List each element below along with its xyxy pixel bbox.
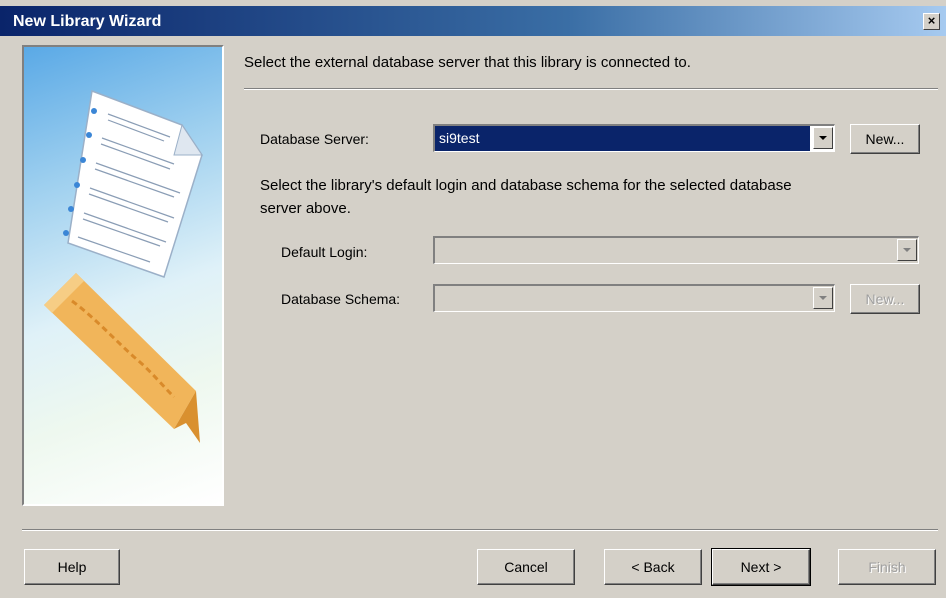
new-server-button[interactable]: New... (850, 124, 920, 154)
footer-separator (22, 529, 938, 531)
schema-instruction-line2: server above. (260, 200, 351, 217)
default-login-dropdown[interactable] (433, 236, 919, 264)
help-button[interactable]: Help (24, 549, 120, 585)
document-icon (63, 89, 203, 278)
database-server-dropdown[interactable]: si9test (433, 124, 835, 152)
database-schema-label: Database Schema: (281, 291, 401, 307)
database-server-label: Database Server: (260, 131, 369, 147)
new-schema-button[interactable]: New... (850, 284, 920, 314)
header-separator (244, 88, 938, 90)
bookmark-icon (44, 273, 200, 443)
close-button[interactable]: × (923, 13, 940, 30)
wizard-window: New Library Wizard × Select the external… (0, 0, 946, 598)
wizard-illustration (22, 45, 224, 506)
cancel-button[interactable]: Cancel (477, 549, 575, 585)
next-button[interactable]: Next > (711, 548, 811, 586)
title-bar: New Library Wizard × (0, 6, 946, 36)
finish-button[interactable]: Finish (838, 549, 936, 585)
instruction-text: Select the external database server that… (244, 54, 691, 71)
document-bookmark-illustration (44, 89, 203, 443)
dropdown-arrow-icon[interactable] (897, 239, 917, 261)
window-title: New Library Wizard (13, 13, 162, 30)
dropdown-arrow-icon[interactable] (813, 287, 833, 309)
back-button[interactable]: < Back (604, 549, 702, 585)
database-server-value: si9test (435, 126, 810, 151)
database-schema-dropdown[interactable] (433, 284, 835, 312)
close-icon: × (927, 13, 936, 28)
schema-instruction-line1: Select the library's default login and d… (260, 177, 792, 194)
dropdown-arrow-icon[interactable] (813, 127, 833, 149)
default-login-label: Default Login: (281, 244, 368, 260)
